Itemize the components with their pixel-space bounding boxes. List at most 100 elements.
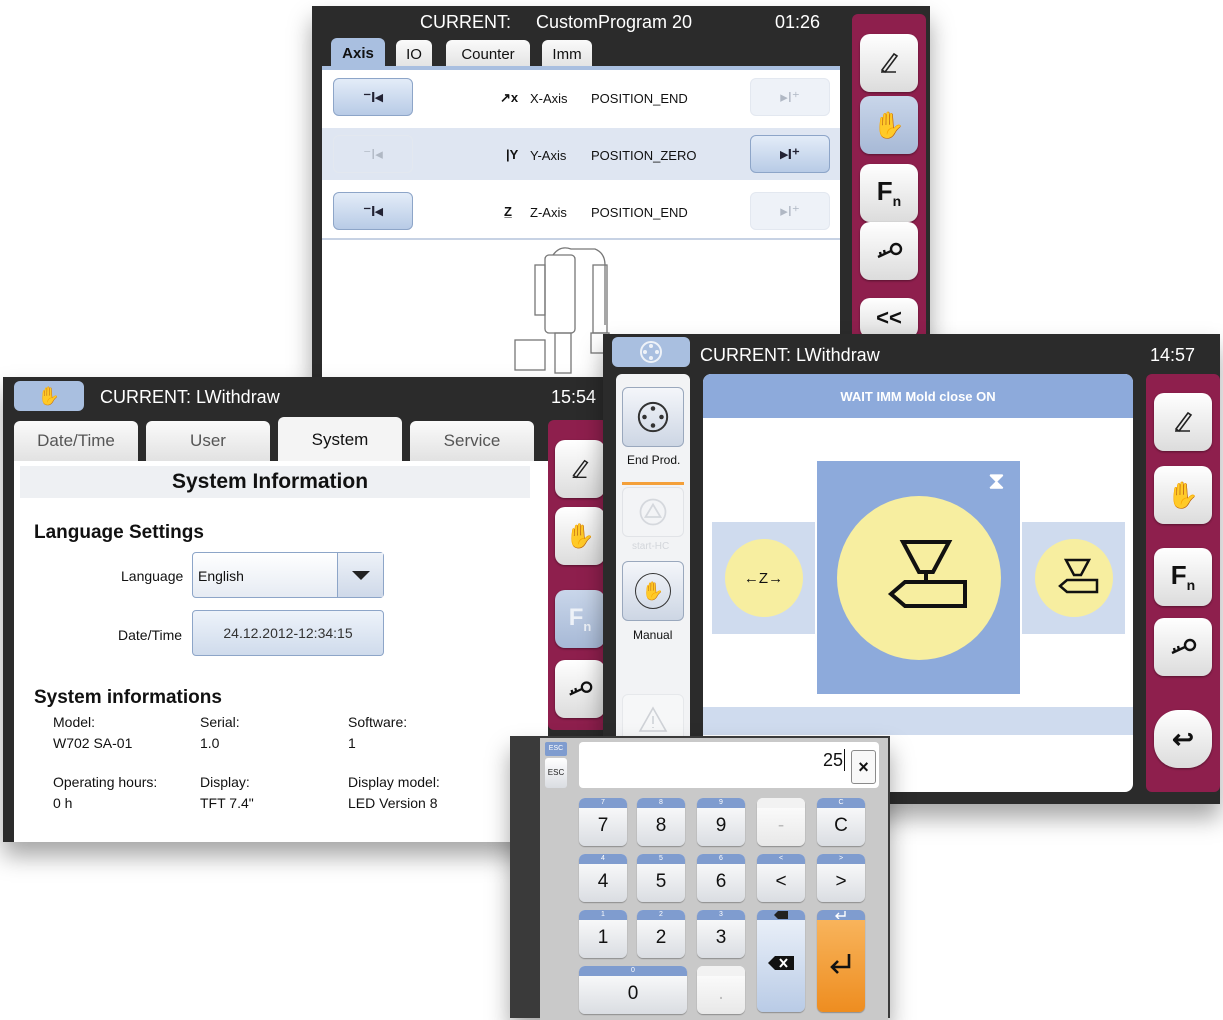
- key-decimal-hint: [697, 966, 745, 976]
- key-3-label: 3: [715, 927, 727, 948]
- info-software-label: Software:: [348, 714, 408, 730]
- key-6-label: 6: [715, 871, 727, 892]
- info-display-model-value: LED Version 8: [348, 795, 438, 811]
- language-label: Language: [121, 568, 184, 584]
- key-8[interactable]: 88: [637, 798, 685, 846]
- axis-header-current: CURRENT:: [420, 12, 512, 32]
- language-select-arrow[interactable]: [337, 553, 383, 597]
- key-minus-label: -: [777, 815, 785, 836]
- axis-fn-button[interactable]: Fn: [860, 164, 918, 222]
- info-serial-label: Serial:: [200, 714, 240, 730]
- key-right-hint: >: [817, 854, 865, 864]
- station-prev[interactable]: ←Z→: [712, 522, 815, 634]
- key-7[interactable]: 77: [579, 798, 627, 846]
- axis-collapse-button[interactable]: <<: [860, 298, 918, 338]
- x-move-end-button[interactable]: ▸I⁺: [750, 78, 830, 116]
- withdraw-header-title: CURRENT: LWithdraw: [700, 345, 880, 365]
- key-backspace[interactable]: [757, 910, 805, 1012]
- key-9-hint: 9: [697, 798, 745, 808]
- gripper-icon: [1057, 558, 1098, 594]
- y-move-zero-button[interactable]: ⁻I◂: [333, 135, 413, 173]
- end-prod-button[interactable]: [622, 387, 684, 447]
- tab-system-label: System: [311, 430, 369, 449]
- key-left-hint: <: [757, 854, 805, 864]
- esc-button-top[interactable]: ESC: [545, 742, 567, 756]
- withdraw-manual-button[interactable]: ✋: [1154, 466, 1212, 524]
- key-5-label: 5: [655, 871, 667, 892]
- key-9-label: 9: [715, 815, 727, 836]
- key-5[interactable]: 55: [637, 854, 685, 902]
- withdraw-fn-button[interactable]: Fn: [1154, 548, 1212, 606]
- key-9[interactable]: 99: [697, 798, 745, 846]
- clear-input-button[interactable]: ×: [851, 750, 876, 784]
- key-right[interactable]: > >: [817, 854, 865, 902]
- system-fn-button[interactable]: Fn: [555, 590, 605, 648]
- info-display-model-label: Display model:: [348, 774, 440, 790]
- withdraw-auto-badge[interactable]: [612, 337, 690, 367]
- key-0-label: 0: [627, 983, 639, 1004]
- tab-counter[interactable]: Counter: [446, 40, 530, 68]
- y-move-end-button[interactable]: ▸I⁺: [750, 135, 830, 173]
- system-edit-button[interactable]: [555, 440, 605, 498]
- tab-imm[interactable]: Imm: [542, 40, 592, 68]
- backspace-icon: [774, 911, 788, 919]
- tab-user[interactable]: User: [146, 421, 270, 461]
- key-minus[interactable]: -: [757, 798, 805, 846]
- start-hc-button[interactable]: [622, 487, 684, 537]
- z-move-zero-button[interactable]: ⁻I◂: [333, 192, 413, 230]
- withdraw-key-button[interactable]: [1154, 618, 1212, 676]
- axis-manual-button[interactable]: ✋: [860, 96, 918, 154]
- axis-rows-divider: [322, 238, 840, 240]
- axis-key-button[interactable]: [860, 222, 918, 280]
- z-axis-move-icon: ←Z→: [743, 569, 784, 587]
- key-0-hint: 0: [579, 966, 687, 976]
- system-header-time: 15:54: [551, 387, 597, 407]
- key-clear[interactable]: CC: [817, 798, 865, 846]
- key-1[interactable]: 11: [579, 910, 627, 958]
- x-axis-name: X-Axis: [530, 91, 568, 106]
- tab-service-label: Service: [443, 431, 501, 450]
- system-key-button[interactable]: [555, 660, 605, 718]
- key-clear-label: C: [834, 815, 848, 836]
- key-clear-hint: C: [817, 798, 865, 808]
- close-icon: ×: [858, 756, 869, 777]
- info-hours-value: 0 h: [53, 795, 73, 811]
- key-enter-hint: [817, 910, 865, 920]
- return-arrow-icon: ↩: [1172, 723, 1194, 754]
- key-decimal[interactable]: .: [697, 966, 745, 1014]
- info-software-value: 1: [348, 735, 356, 751]
- withdraw-edit-button[interactable]: [1154, 393, 1212, 451]
- tab-io[interactable]: IO: [396, 40, 432, 68]
- key-enter[interactable]: [817, 910, 865, 1012]
- info-serial-value: 1.0: [200, 735, 220, 751]
- manual-mode-button[interactable]: ✋: [622, 561, 684, 621]
- z-move-end-button[interactable]: ▸I⁺: [750, 192, 830, 230]
- y-axis-state: POSITION_ZERO: [591, 148, 697, 163]
- tab-system[interactable]: System: [278, 417, 402, 463]
- key-3[interactable]: 33: [697, 910, 745, 958]
- tab-axis[interactable]: Axis: [331, 38, 385, 68]
- key-4[interactable]: 44: [579, 854, 627, 902]
- tab-service[interactable]: Service: [410, 421, 534, 461]
- withdraw-back-button[interactable]: ↩: [1154, 710, 1212, 768]
- axis-header-time: 01:26: [775, 12, 821, 32]
- datetime-button[interactable]: 24.12.2012-12:34:15: [192, 610, 384, 656]
- key-left[interactable]: < <: [757, 854, 805, 902]
- enter-icon: [830, 954, 851, 974]
- key-2[interactable]: 22: [637, 910, 685, 958]
- key-0[interactable]: 00: [579, 966, 687, 1014]
- station-prev-circle: ←Z→: [724, 539, 803, 617]
- key-7-label: 7: [597, 815, 609, 836]
- tab-counter-label: Counter: [461, 45, 515, 63]
- tab-date-time[interactable]: Date/Time: [14, 421, 138, 461]
- tab-axis-label: Axis: [342, 44, 374, 62]
- station-next[interactable]: [1022, 522, 1125, 634]
- system-manual-button[interactable]: ✋: [555, 507, 605, 565]
- key-6[interactable]: 66: [697, 854, 745, 902]
- axis-edit-button[interactable]: [860, 34, 918, 92]
- system-hand-badge[interactable]: ✋: [14, 381, 84, 411]
- x-move-zero-button[interactable]: ⁻I◂: [333, 78, 413, 116]
- fn-icon: Fn: [568, 604, 592, 634]
- y-axis-icon: |Y: [506, 147, 519, 162]
- esc-button[interactable]: ESC: [545, 758, 567, 788]
